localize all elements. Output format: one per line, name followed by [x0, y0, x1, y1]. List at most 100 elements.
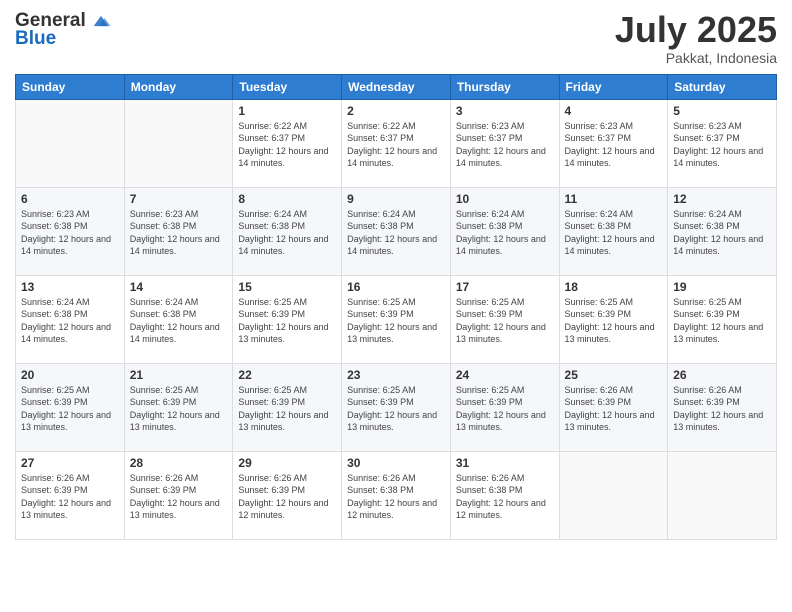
calendar-week-row: 6 Sunrise: 6:23 AMSunset: 6:38 PMDaylight…	[16, 187, 777, 275]
day-number: 1	[238, 104, 336, 118]
calendar-week-row: 13 Sunrise: 6:24 AMSunset: 6:38 PMDayligh…	[16, 275, 777, 363]
day-number: 18	[565, 280, 663, 294]
day-info: Sunrise: 6:25 AMSunset: 6:39 PMDaylight:…	[238, 296, 336, 346]
day-number: 7	[130, 192, 228, 206]
table-row: 2 Sunrise: 6:22 AMSunset: 6:37 PMDaylight…	[342, 99, 451, 187]
day-info: Sunrise: 6:26 AMSunset: 6:39 PMDaylight:…	[673, 384, 771, 434]
day-info: Sunrise: 6:23 AMSunset: 6:37 PMDaylight:…	[456, 120, 554, 170]
day-number: 22	[238, 368, 336, 382]
table-row: 31 Sunrise: 6:26 AMSunset: 6:38 PMDayligh…	[450, 451, 559, 539]
calendar-table: Sunday Monday Tuesday Wednesday Thursday…	[15, 74, 777, 540]
table-row: 22 Sunrise: 6:25 AMSunset: 6:39 PMDayligh…	[233, 363, 342, 451]
day-number: 23	[347, 368, 445, 382]
page-header: General Blue July 2025 Pakkat, Indonesia	[15, 10, 777, 66]
day-number: 13	[21, 280, 119, 294]
day-info: Sunrise: 6:26 AMSunset: 6:39 PMDaylight:…	[130, 472, 228, 522]
header-tuesday: Tuesday	[233, 74, 342, 99]
day-number: 26	[673, 368, 771, 382]
table-row: 29Sunrise: 6:26 AMSunset: 6:39 PMDayligh…	[233, 451, 342, 539]
table-row: 26 Sunrise: 6:26 AMSunset: 6:39 PMDayligh…	[668, 363, 777, 451]
weekday-header-row: Sunday Monday Tuesday Wednesday Thursday…	[16, 74, 777, 99]
day-info: Sunrise: 6:23 AMSunset: 6:38 PMDaylight:…	[130, 208, 228, 258]
table-row: 13Sunrise: 6:24 AMSunset: 6:38 PMDayligh…	[16, 275, 125, 363]
day-number: 19	[673, 280, 771, 294]
day-info: Sunrise: 6:25 AMSunset: 6:39 PMDaylight:…	[565, 296, 663, 346]
table-row: 23 Sunrise: 6:25 AMSunset: 6:39 PMDayligh…	[342, 363, 451, 451]
table-row: 25Sunrise: 6:26 AMSunset: 6:39 PMDayligh…	[559, 363, 668, 451]
day-number: 20	[21, 368, 119, 382]
table-row: 4Sunrise: 6:23 AMSunset: 6:37 PMDaylight…	[559, 99, 668, 187]
header-wednesday: Wednesday	[342, 74, 451, 99]
table-row: 12Sunrise: 6:24 AMSunset: 6:38 PMDayligh…	[668, 187, 777, 275]
calendar-week-row: 20 Sunrise: 6:25 AMSunset: 6:39 PMDayligh…	[16, 363, 777, 451]
table-row: 6 Sunrise: 6:23 AMSunset: 6:38 PMDaylight…	[16, 187, 125, 275]
day-info: Sunrise: 6:23 AMSunset: 6:38 PMDaylight:…	[21, 208, 119, 258]
day-info: Sunrise: 6:26 AMSunset: 6:39 PMDaylight:…	[21, 472, 119, 522]
day-info: Sunrise: 6:26 AMSunset: 6:38 PMDaylight:…	[456, 472, 554, 522]
day-number: 2	[347, 104, 445, 118]
day-info: Sunrise: 6:25 AMSunset: 6:39 PMDaylight:…	[238, 384, 336, 434]
table-row: 27 Sunrise: 6:26 AMSunset: 6:39 PMDayligh…	[16, 451, 125, 539]
table-row: 28 Sunrise: 6:26 AMSunset: 6:39 PMDayligh…	[124, 451, 233, 539]
day-info: Sunrise: 6:26 AMSunset: 6:38 PMDaylight:…	[347, 472, 445, 522]
day-number: 15	[238, 280, 336, 294]
title-area: July 2025 Pakkat, Indonesia	[615, 10, 777, 66]
day-number: 28	[130, 456, 228, 470]
table-row: 20 Sunrise: 6:25 AMSunset: 6:39 PMDayligh…	[16, 363, 125, 451]
day-number: 17	[456, 280, 554, 294]
table-row: 9 Sunrise: 6:24 AMSunset: 6:38 PMDaylight…	[342, 187, 451, 275]
day-info: Sunrise: 6:25 AMSunset: 6:39 PMDaylight:…	[130, 384, 228, 434]
day-number: 9	[347, 192, 445, 206]
day-info: Sunrise: 6:24 AMSunset: 6:38 PMDaylight:…	[130, 296, 228, 346]
day-number: 4	[565, 104, 663, 118]
table-row: 1 Sunrise: 6:22 AMSunset: 6:37 PMDaylight…	[233, 99, 342, 187]
day-info: Sunrise: 6:22 AMSunset: 6:37 PMDaylight:…	[238, 120, 336, 170]
day-info: Sunrise: 6:25 AMSunset: 6:39 PMDaylight:…	[456, 296, 554, 346]
table-row: 10 Sunrise: 6:24 AMSunset: 6:38 PMDayligh…	[450, 187, 559, 275]
day-info: Sunrise: 6:24 AMSunset: 6:38 PMDaylight:…	[347, 208, 445, 258]
table-row: 11Sunrise: 6:24 AMSunset: 6:38 PMDayligh…	[559, 187, 668, 275]
header-monday: Monday	[124, 74, 233, 99]
day-number: 30	[347, 456, 445, 470]
header-friday: Friday	[559, 74, 668, 99]
table-row: 7 Sunrise: 6:23 AMSunset: 6:38 PMDaylight…	[124, 187, 233, 275]
day-number: 21	[130, 368, 228, 382]
table-row: 14 Sunrise: 6:24 AMSunset: 6:38 PMDayligh…	[124, 275, 233, 363]
table-row	[124, 99, 233, 187]
day-info: Sunrise: 6:24 AMSunset: 6:38 PMDaylight:…	[238, 208, 336, 258]
day-number: 27	[21, 456, 119, 470]
day-info: Sunrise: 6:25 AMSunset: 6:39 PMDaylight:…	[673, 296, 771, 346]
header-thursday: Thursday	[450, 74, 559, 99]
table-row: 21 Sunrise: 6:25 AMSunset: 6:39 PMDayligh…	[124, 363, 233, 451]
day-number: 11	[565, 192, 663, 206]
table-row	[559, 451, 668, 539]
header-saturday: Saturday	[668, 74, 777, 99]
day-info: Sunrise: 6:22 AMSunset: 6:37 PMDaylight:…	[347, 120, 445, 170]
logo: General Blue	[15, 10, 112, 50]
day-info: Sunrise: 6:25 AMSunset: 6:39 PMDaylight:…	[456, 384, 554, 434]
table-row: 8Sunrise: 6:24 AMSunset: 6:38 PMDaylight…	[233, 187, 342, 275]
day-number: 5	[673, 104, 771, 118]
location: Pakkat, Indonesia	[615, 50, 777, 66]
day-info: Sunrise: 6:25 AMSunset: 6:39 PMDaylight:…	[21, 384, 119, 434]
logo-icon	[90, 10, 112, 32]
table-row: 17 Sunrise: 6:25 AMSunset: 6:39 PMDayligh…	[450, 275, 559, 363]
day-number: 29	[238, 456, 336, 470]
table-row: 16Sunrise: 6:25 AMSunset: 6:39 PMDayligh…	[342, 275, 451, 363]
table-row: 30 Sunrise: 6:26 AMSunset: 6:38 PMDayligh…	[342, 451, 451, 539]
table-row: 24Sunrise: 6:25 AMSunset: 6:39 PMDayligh…	[450, 363, 559, 451]
day-info: Sunrise: 6:25 AMSunset: 6:39 PMDaylight:…	[347, 384, 445, 434]
table-row	[16, 99, 125, 187]
table-row	[668, 451, 777, 539]
month-title: July 2025	[615, 10, 777, 50]
day-number: 14	[130, 280, 228, 294]
day-number: 6	[21, 192, 119, 206]
day-info: Sunrise: 6:24 AMSunset: 6:38 PMDaylight:…	[456, 208, 554, 258]
day-number: 10	[456, 192, 554, 206]
day-number: 31	[456, 456, 554, 470]
day-info: Sunrise: 6:26 AMSunset: 6:39 PMDaylight:…	[565, 384, 663, 434]
calendar-week-row: 27 Sunrise: 6:26 AMSunset: 6:39 PMDayligh…	[16, 451, 777, 539]
day-number: 16	[347, 280, 445, 294]
day-info: Sunrise: 6:23 AMSunset: 6:37 PMDaylight:…	[673, 120, 771, 170]
day-number: 3	[456, 104, 554, 118]
